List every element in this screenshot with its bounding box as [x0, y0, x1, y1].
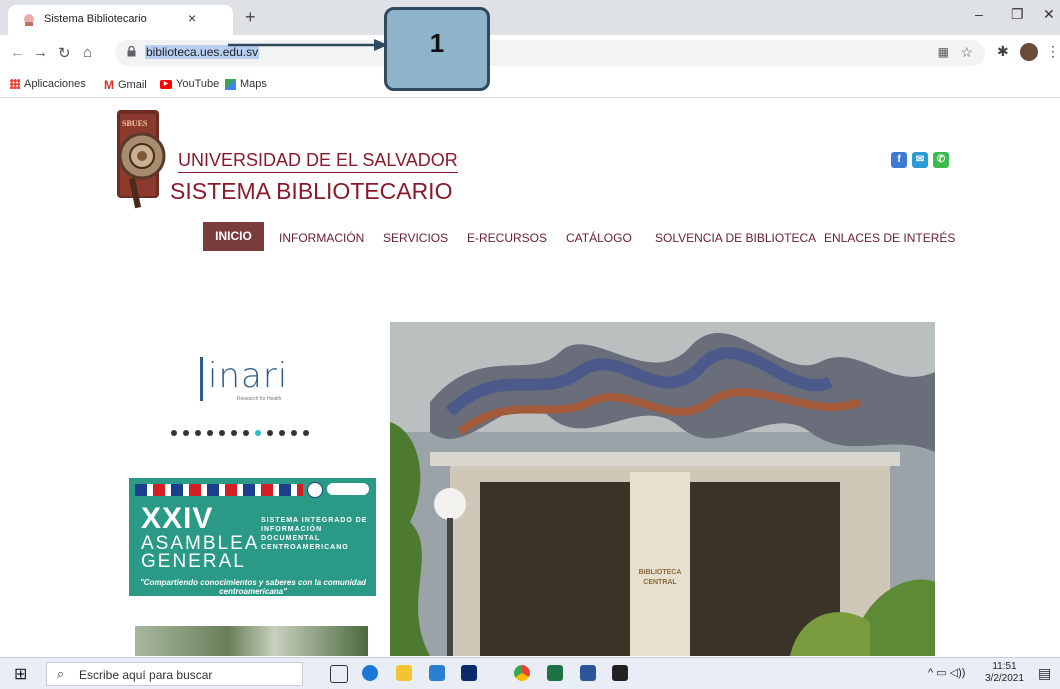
bookmark-gmail[interactable]: M Gmail — [104, 78, 147, 92]
security-shield-icon[interactable] — [612, 665, 628, 681]
flags-strip — [135, 484, 303, 496]
carousel-dot[interactable] — [255, 430, 261, 436]
facebook-icon[interactable]: f — [891, 152, 907, 168]
bookmark-label: Gmail — [118, 79, 147, 91]
banner-roman: XXIV — [141, 502, 214, 535]
nav-item-enlaces[interactable]: ENLACES DE INTERÉS — [824, 231, 955, 245]
thumbnail-image[interactable] — [135, 626, 368, 656]
search-icon: ⌕ — [57, 666, 65, 681]
carousel-dot[interactable] — [183, 430, 189, 436]
taskbar-search[interactable]: ⌕ Escribe aquí para buscar — [46, 662, 303, 686]
windows-taskbar: ⊞ ⌕ Escribe aquí para buscar ^ ▭ ◁)) 11:… — [0, 657, 1060, 689]
banner-quote: "Compartiendo conocimientos y saberes co… — [139, 578, 367, 596]
notifications-icon[interactable]: ▤ — [1038, 665, 1051, 682]
carousel-dot[interactable] — [231, 430, 237, 436]
task-view-icon[interactable] — [330, 665, 348, 683]
bookmark-maps[interactable]: Maps — [225, 78, 267, 90]
word-icon[interactable] — [580, 665, 596, 681]
menu-kebab-icon[interactable]: ⋮ — [1046, 43, 1060, 60]
site-favicon-icon — [24, 14, 34, 26]
university-name[interactable]: UNIVERSIDAD DE EL SALVADOR — [178, 150, 458, 173]
mail-icon[interactable] — [461, 665, 477, 681]
chrome-icon[interactable] — [514, 665, 530, 681]
edge-icon[interactable] — [362, 665, 378, 681]
profile-avatar[interactable] — [1020, 43, 1038, 61]
tab-title: Sistema Bibliotecario — [44, 13, 147, 25]
carousel-dot[interactable] — [243, 430, 249, 436]
star-icon[interactable]: ☆ — [960, 44, 973, 61]
youtube-icon: ▶ — [160, 79, 172, 89]
hinari-tagline: Research for Health — [237, 396, 282, 402]
building-sign-line1: BIBLIOTECA — [639, 569, 682, 576]
maps-icon — [225, 78, 236, 90]
reload-icon[interactable]: ↻ — [58, 44, 71, 62]
carousel-dots — [171, 430, 309, 436]
email-icon[interactable]: ✉ — [912, 152, 928, 168]
carousel-dot[interactable] — [267, 430, 273, 436]
web-page: SBUES UNIVERSIDAD DE EL SALVADOR SISTEMA… — [0, 98, 1060, 656]
carousel-dot[interactable] — [291, 430, 297, 436]
carousel-dot[interactable] — [219, 430, 225, 436]
windows-start-icon[interactable]: ⊞ — [14, 664, 27, 684]
carousel-dot[interactable] — [207, 430, 213, 436]
minimize-button[interactable]: – — [975, 6, 983, 22]
bookmark-label: Maps — [240, 78, 267, 90]
hinari-h-mark-icon — [200, 357, 203, 401]
qr-code-icon[interactable]: ▦ — [938, 45, 949, 59]
nav-item-informacion[interactable]: INFORMACIÓN — [279, 231, 364, 245]
svg-text:SBUES: SBUES — [122, 119, 148, 128]
carousel-dot[interactable] — [279, 430, 285, 436]
nav-item-catalogo[interactable]: CATÁLOGO — [566, 231, 632, 245]
nav-item-inicio[interactable]: INICIO — [203, 222, 264, 251]
clock-date: 3/2/2021 — [985, 673, 1024, 684]
excel-icon[interactable] — [547, 665, 563, 681]
banner-system: SISTEMA INTEGRADO DE INFORMACIÓN DOCUMEN… — [261, 517, 368, 551]
bookmark-youtube[interactable]: ▶ YouTube — [160, 78, 219, 90]
tab-close-button[interactable]: × — [188, 10, 196, 26]
window-close-button[interactable]: ✕ — [1043, 6, 1055, 23]
forward-arrow-icon[interactable]: → — [33, 44, 48, 61]
new-tab-button[interactable]: + — [245, 7, 256, 28]
back-arrow-icon[interactable]: ← — [10, 44, 25, 61]
apps-grid-icon — [10, 79, 20, 89]
nav-item-solvencia[interactable]: SOLVENCIA DE BIBLIOTECA — [655, 231, 816, 245]
nav-item-e-recursos[interactable]: E-RECURSOS — [467, 231, 547, 245]
siidca-logo-icon — [327, 483, 369, 495]
browser-toolbar: ← → ↻ ⌂ biblioteca.ues.edu.sv ▦ ☆ ✱ ⋮ — [0, 35, 1060, 73]
restore-button[interactable]: ❐ — [1011, 6, 1024, 23]
system-tray-icons[interactable]: ^ ▭ ◁)) — [928, 666, 965, 679]
bookmark-apps[interactable]: Aplicaciones — [10, 78, 86, 90]
lock-icon[interactable] — [127, 46, 136, 57]
banner-line2: GENERAL — [141, 551, 246, 572]
hinari-logo[interactable]: inari — [208, 356, 288, 396]
system-name[interactable]: SISTEMA BIBLIOTECARIO — [170, 178, 452, 205]
nav-item-servicios[interactable]: SERVICIOS — [383, 231, 448, 245]
bookmark-label: YouTube — [176, 78, 220, 90]
home-icon[interactable]: ⌂ — [83, 44, 92, 61]
system-clock[interactable]: 11:51 3/2/2021 — [985, 661, 1024, 685]
clock-time: 11:51 — [992, 661, 1017, 672]
building-sign-line2: CENTRAL — [643, 579, 677, 586]
main-navigation: INICIO INFORMACIÓN SERVICIOS E-RECURSOS … — [0, 222, 1060, 252]
bookmarks-bar: Aplicaciones M Gmail ▶ YouTube Maps — [0, 73, 1060, 98]
file-explorer-icon[interactable] — [396, 665, 412, 681]
search-placeholder: Escribe aquí para buscar — [79, 668, 213, 682]
browser-tab-strip: Sistema Bibliotecario × + – ❐ ✕ — [0, 0, 1060, 35]
carousel-dot[interactable] — [171, 430, 177, 436]
callout-number: 1 — [429, 28, 445, 58]
biblioteca-central-photo[interactable]: BIBLIOTECA CENTRAL — [390, 322, 935, 656]
puzzle-icon[interactable]: ✱ — [997, 43, 1009, 60]
store-icon[interactable] — [429, 665, 445, 681]
step-callout: 1 — [384, 7, 490, 91]
callout-pointer-icon — [228, 39, 388, 51]
asamblea-banner[interactable]: XXIV ASAMBLEA GENERAL SISTEMA INTEGRADO … — [129, 478, 376, 596]
carousel-dot[interactable] — [195, 430, 201, 436]
browser-tab[interactable]: Sistema Bibliotecario × — [8, 5, 233, 35]
globe-seal-icon — [307, 482, 323, 498]
carousel-dot[interactable] — [303, 430, 309, 436]
bookmark-label: Aplicaciones — [24, 78, 86, 90]
gmail-icon: M — [104, 78, 114, 92]
phone-icon[interactable]: ✆ — [933, 152, 949, 168]
